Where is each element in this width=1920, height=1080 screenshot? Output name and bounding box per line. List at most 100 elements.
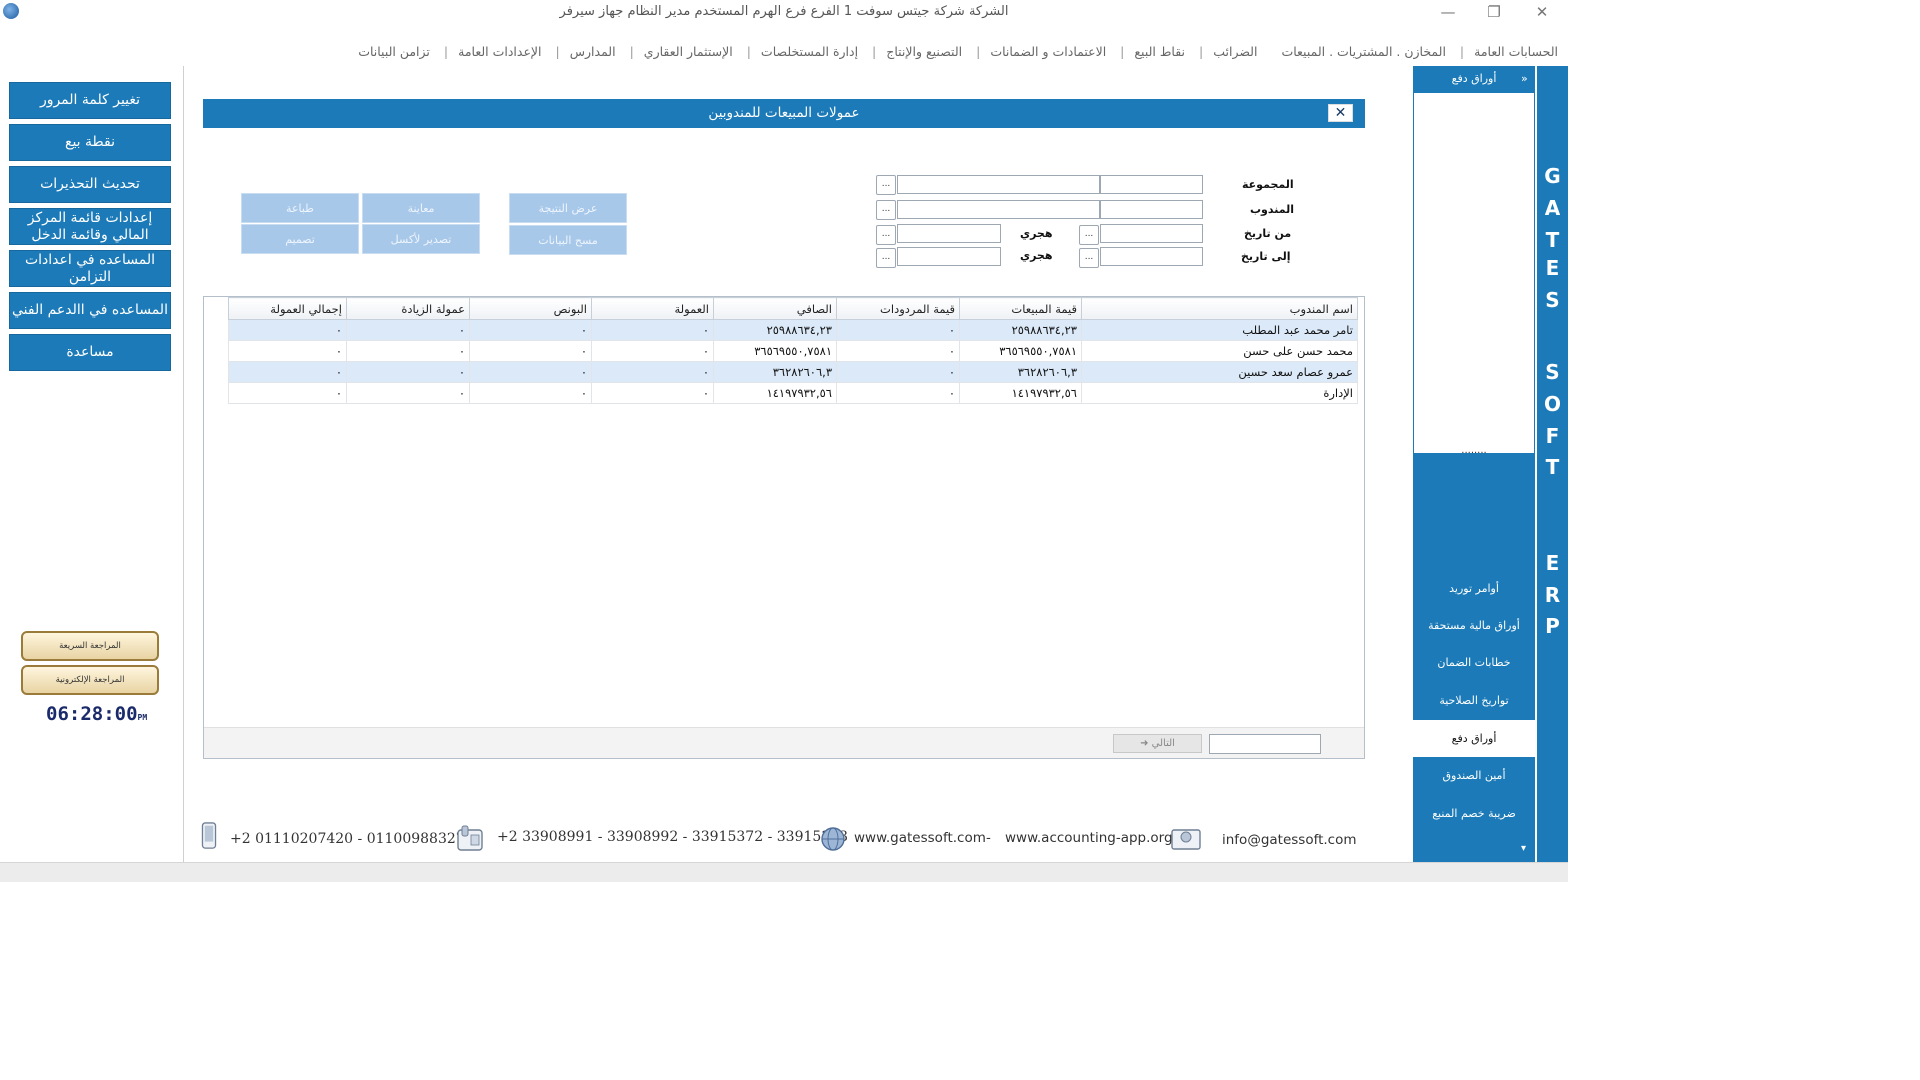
website-link[interactable]: www.gatessoft.com	[854, 830, 986, 846]
right-panel-title: أوراق دفع	[1451, 72, 1497, 85]
to-date-field[interactable]	[1100, 247, 1203, 266]
website2-link[interactable]: www.accounting-app.org	[1005, 830, 1173, 846]
menu-item-schools[interactable]: المدارس	[560, 38, 626, 66]
from-date-picker-button[interactable]: ...	[1079, 225, 1099, 245]
menu-item-general-settings[interactable]: الإعدادات العامة	[448, 38, 551, 66]
print-button[interactable]: طباعة	[241, 193, 359, 223]
col-net[interactable]: الصافي	[713, 297, 837, 320]
rp-item-expiry-dates[interactable]: تواريخ الصلاحية	[1413, 682, 1535, 719]
right-panel-header[interactable]: أوراق دفع «	[1413, 66, 1535, 92]
group-name-field[interactable]	[897, 175, 1100, 194]
mobile-phone-icon	[201, 822, 217, 849]
website-separator: -	[986, 830, 991, 846]
globe-icon	[821, 827, 845, 851]
table-row[interactable]: عمرو عصام سعد حسين ٣٦٢٨٢٦٠٦,٣ ٠ ٣٦٢٨٢٦٠٦…	[228, 361, 1358, 383]
to-hijri-date-field[interactable]	[897, 247, 1001, 266]
rp-item-cashier[interactable]: أمين الصندوق	[1413, 757, 1535, 794]
rp-item-due-securities[interactable]: أوراق مالية مستحقة	[1413, 607, 1535, 644]
change-password-button[interactable]: تغيير كلمة المرور	[9, 82, 171, 119]
rp-item-supply-orders[interactable]: أوامر توريد	[1413, 570, 1535, 607]
show-result-button[interactable]: عرض النتيجة	[509, 193, 627, 223]
rp-item-payment-papers[interactable]: أوراق دفع	[1413, 720, 1535, 757]
cell-bonus: ٠	[469, 340, 592, 362]
to-date-picker-button[interactable]: ...	[1079, 248, 1099, 268]
cell-bonus: ٠	[469, 319, 592, 341]
from-hijri-date-field[interactable]	[897, 224, 1001, 243]
brand-letter: O	[1543, 392, 1561, 416]
sync-help-button[interactable]: المساعده في اعدادات التزامن	[9, 250, 171, 287]
col-commission[interactable]: العمولة	[591, 297, 714, 320]
cell-net: ٢٥٩٨٨٦٣٤,٢٣	[713, 319, 837, 341]
digital-clock: 06:28:00PM	[46, 703, 148, 725]
quick-review-button[interactable]: المراجعة السريعة	[21, 631, 159, 661]
modal-close-button[interactable]: ✕	[1328, 104, 1353, 122]
rp-item-withholding-tax[interactable]: ضريبة خصم المنبع	[1413, 795, 1535, 832]
menu-item-data-sync[interactable]: تزامن البيانات	[348, 38, 440, 66]
electronic-review-button[interactable]: المراجعة الإلكترونية	[21, 665, 159, 695]
pos-button[interactable]: نقطة بيع	[9, 124, 171, 161]
cell-increase: ٠	[346, 319, 470, 341]
brand-letter: T	[1545, 228, 1560, 252]
cell-returns: ٠	[836, 340, 960, 362]
preview-button[interactable]: معاينة	[362, 193, 480, 223]
refresh-warnings-button[interactable]: تحديث التحذيرات	[9, 166, 171, 203]
next-page-button[interactable]: ➜ التالي	[1113, 734, 1202, 753]
col-increase-commission[interactable]: عمولة الزيادة	[346, 297, 470, 320]
menu-item-inventory-sales[interactable]: المخازن . المشتريات . المبيعات	[1271, 38, 1455, 66]
email-icon	[1171, 829, 1201, 850]
scroll-down-icon[interactable]: ▾	[1521, 843, 1526, 854]
clear-data-button[interactable]: مسح البيانات	[509, 225, 627, 255]
menu-item-guarantees[interactable]: الاعتمادات و الضمانات	[980, 38, 1116, 66]
brand-letter: P	[1545, 614, 1560, 638]
menu-item-taxes[interactable]: الضرائب	[1203, 38, 1267, 66]
col-total-commission[interactable]: إجمالي العمولة	[228, 297, 347, 320]
next-page-label: التالي	[1151, 738, 1175, 749]
brand-letter: E	[1545, 551, 1560, 575]
brand-letter: S	[1545, 360, 1560, 384]
col-sales-value[interactable]: قيمة المبيعات	[959, 297, 1082, 320]
rp-item-guarantee-letters[interactable]: خطابات الضمان	[1413, 644, 1535, 681]
menu-item-extracts[interactable]: إدارة المستخلصات	[751, 38, 868, 66]
table-row[interactable]: محمد حسن على حسن ٣٦٥٦٩٥٥٠,٧٥٨١ ٠ ٣٦٥٦٩٥٥…	[228, 340, 1358, 362]
from-hijri-picker-button[interactable]: ...	[876, 225, 896, 245]
table-row[interactable]: تامر محمد عبد المطلب ٢٥٩٨٨٦٣٤,٢٣ ٠ ٢٥٩٨٨…	[228, 319, 1358, 341]
help-button[interactable]: مساعدة	[9, 334, 171, 371]
menu-item-manufacturing[interactable]: التصنيع والإنتاج	[876, 38, 972, 66]
from-date-label: من تاريخ	[1244, 227, 1292, 240]
rep-code-field[interactable]	[1100, 200, 1203, 219]
email-link[interactable]: info@gatessoft.com	[1222, 832, 1357, 848]
brand-letter: F	[1545, 424, 1560, 448]
menu-item-general-accounts[interactable]: الحسابات العامة	[1464, 38, 1568, 66]
cell-sales: ١٤١٩٧٩٣٢,٥٦	[959, 382, 1082, 404]
col-bonus[interactable]: البونص	[469, 297, 592, 320]
menu-item-pos[interactable]: نقاط البيع	[1124, 38, 1195, 66]
tech-support-help-button[interactable]: المساعده في االدعم الفني	[9, 292, 171, 329]
cell-returns: ٠	[836, 382, 960, 404]
brand-letter: G	[1544, 164, 1561, 188]
to-hijri-picker-button[interactable]: ...	[876, 248, 896, 268]
minimize-button[interactable]: —	[1434, 2, 1462, 22]
page-number-input[interactable]	[1209, 734, 1321, 754]
design-button[interactable]: تصميم	[241, 224, 359, 254]
group-label: المجموعة	[1242, 178, 1294, 191]
rep-name-field[interactable]	[897, 200, 1100, 219]
group-lookup-button[interactable]: ...	[876, 175, 896, 195]
export-excel-button[interactable]: تصدير لأكسل	[362, 224, 480, 254]
restore-button[interactable]: ❐	[1480, 2, 1508, 22]
financial-statements-settings-button[interactable]: إعدادات قائمة المركز المالي وقائمة الدخل	[9, 208, 171, 245]
cell-sales: ٢٥٩٨٨٦٣٤,٢٣	[959, 319, 1082, 341]
collapse-icon[interactable]: «	[1521, 66, 1528, 92]
group-code-field[interactable]	[1100, 175, 1203, 194]
close-window-button[interactable]: ✕	[1528, 2, 1556, 22]
cell-commission: ٠	[591, 340, 714, 362]
col-rep-name[interactable]: اسم المندوب	[1081, 297, 1358, 320]
from-date-field[interactable]	[1100, 224, 1203, 243]
cell-returns: ٠	[836, 319, 960, 341]
cell-increase: ٠	[346, 382, 470, 404]
table-row[interactable]: الإدارة ١٤١٩٧٩٣٢,٥٦ ٠ ١٤١٩٧٩٣٢,٥٦ ٠ ٠ ٠ …	[228, 382, 1358, 404]
cell-total: ٠	[228, 319, 347, 341]
col-returns-value[interactable]: قيمة المردودات	[836, 297, 960, 320]
rep-lookup-button[interactable]: ...	[876, 200, 896, 220]
cell-total: ٠	[228, 361, 347, 383]
menu-item-real-estate[interactable]: الإستثمار العقاري	[634, 38, 743, 66]
